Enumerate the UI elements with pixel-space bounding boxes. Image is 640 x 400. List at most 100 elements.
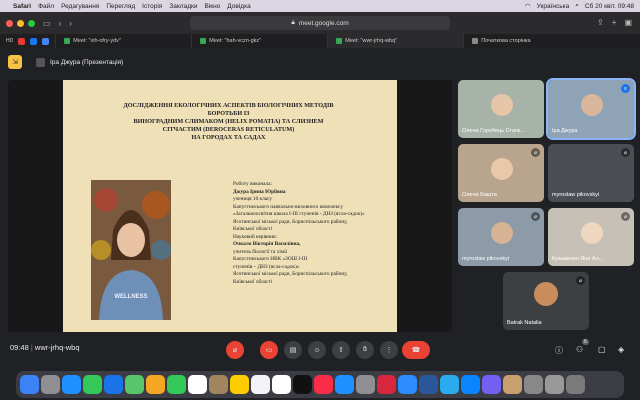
emoji-button[interactable]: ☺ [308, 341, 326, 359]
participant-name: Іра Джура [552, 128, 578, 134]
notes-icon[interactable] [230, 375, 249, 394]
pin-icon[interactable]: ⇲ [8, 55, 22, 69]
participant-tile[interactable]: ⌀ Кузьменко Яна Ал... [548, 208, 634, 266]
mail-icon[interactable] [104, 375, 123, 394]
meet-tab-icon [336, 38, 343, 44]
share-icon[interactable]: ⇪ [597, 18, 604, 27]
participant-name: Олена Горобець Стапк... [462, 128, 526, 134]
reminders-icon[interactable] [251, 375, 270, 394]
folder-icon[interactable] [545, 375, 564, 394]
menu-edit[interactable]: Редагування [61, 3, 99, 10]
macos-dock [16, 371, 624, 398]
trash-icon[interactable] [566, 375, 585, 394]
info-icon[interactable]: ⓘ [555, 345, 563, 356]
participant-tile[interactable]: ⌀ myroslaw pikovskyi [548, 144, 634, 202]
leave-call-button[interactable]: ☎︎ [402, 341, 430, 359]
menu-bookmarks[interactable]: Закладки [169, 3, 197, 10]
music-icon[interactable] [314, 375, 333, 394]
launchpad-icon[interactable] [41, 375, 60, 394]
tab-overview-icon[interactable]: ▣ [624, 18, 632, 27]
favorite-icon-google[interactable] [42, 37, 50, 45]
slide-info-line: Київської області [233, 226, 273, 232]
bluetooth-icon[interactable] [461, 375, 480, 394]
presentation-stage[interactable]: ДОСЛІДЖЕННЯ ЕКОЛОГІЧНИХ АСПЕКТІВ БІОЛОГІ… [8, 80, 452, 332]
slide-info-line: Очкало Вікторія Василівна, [233, 241, 301, 247]
menu-app-name[interactable]: Safari [13, 3, 31, 10]
tab-meet-2[interactable]: Meet: "hah-vczn-gkz" [191, 34, 327, 48]
participant-name: myroslaw pikovskyi [552, 192, 600, 198]
close-window-button[interactable] [6, 19, 13, 27]
photos-icon[interactable] [146, 375, 165, 394]
meet-controls: 09:48 | wwr-jrhq-wbq ⌀ ▭ ▤ ☺ ⇧ ✋︎ ⋮ ☎︎ ⓘ… [0, 334, 640, 366]
people-icon[interactable]: 6 ⚇ [576, 339, 589, 354]
back-icon[interactable]: ‹ [59, 19, 62, 28]
favorite-hd[interactable]: HD [6, 38, 13, 45]
favorite-icon-youtube[interactable] [18, 37, 26, 45]
menu-help[interactable]: Довідка [227, 3, 250, 10]
presenter-info: Іра Джура (Презентація) [36, 57, 123, 67]
present-button[interactable]: ⇧ [332, 341, 350, 359]
zoom-icon[interactable] [398, 375, 417, 394]
participant-tile[interactable]: ⌀ myroslaw pikovskyi [458, 208, 544, 266]
tab-label: Початкова сторінка [481, 38, 531, 44]
more-icon: ⋮ [385, 347, 393, 354]
menu-window[interactable]: Вікно [204, 3, 220, 10]
preview-icon[interactable] [503, 375, 522, 394]
tab-label: Meet: "hah-vczn-gkz" [209, 38, 262, 44]
word-icon[interactable] [419, 375, 438, 394]
downloads-icon[interactable] [524, 375, 543, 394]
tv-icon[interactable] [293, 375, 312, 394]
sidebar-icon[interactable]: ▭ [43, 19, 51, 28]
menu-history[interactable]: Історія [142, 3, 162, 10]
minimize-window-button[interactable] [17, 19, 24, 27]
more-options-button[interactable]: ⋮ [380, 341, 398, 359]
participant-tile[interactable]: Олена Горобець Стапк... [458, 80, 544, 138]
mic-toggle-button[interactable]: ⌀ [226, 341, 244, 359]
participant-name: myroslaw pikovskyi [462, 256, 510, 262]
participant-tile[interactable]: ⌀ Олена Баштa [458, 144, 544, 202]
favorite-icon-facebook[interactable] [30, 37, 38, 45]
settings-icon[interactable] [356, 375, 375, 394]
slide-title: ДОСЛІДЖЕННЯ ЕКОЛОГІЧНИХ АСПЕКТІВ БІОЛОГІ… [91, 102, 366, 142]
participant-tile-active[interactable]: ≡ Іра Джура [546, 78, 636, 140]
new-tab-icon[interactable]: + [612, 18, 617, 27]
tab-meet-3[interactable]: Meet: "wwr-jrhq-wbq" [327, 34, 464, 48]
svg-text:WELLNESS: WELLNESS [114, 294, 147, 300]
participant-tile[interactable]: ⌀ Batrak Natalia [503, 272, 589, 330]
tab-start-page[interactable]: Початкова сторінка [463, 34, 599, 48]
tab-meet-1[interactable]: Meet: "xih-ofry-ydv" [55, 34, 191, 48]
camera-toggle-button[interactable]: ▭ [260, 341, 278, 359]
activities-icon[interactable]: ◈ [618, 345, 624, 354]
input-source[interactable]: Українська [537, 3, 570, 10]
calendar-icon[interactable] [188, 375, 207, 394]
maps-icon[interactable] [125, 375, 144, 394]
search-icon[interactable]: ⌕ [575, 2, 579, 10]
speaking-icon: ≡ [621, 84, 630, 93]
finder-icon[interactable] [20, 375, 39, 394]
contacts-icon[interactable] [209, 375, 228, 394]
forward-icon[interactable]: › [69, 19, 72, 28]
app-store-icon[interactable] [335, 375, 354, 394]
menu-view[interactable]: Перегляд [106, 3, 135, 10]
meeting-info: 09:48 | wwr-jrhq-wbq [10, 343, 80, 352]
viber-icon[interactable] [482, 375, 501, 394]
messages-icon[interactable] [83, 375, 102, 394]
freeform-icon[interactable] [272, 375, 291, 394]
slide-info-line: Київської області [233, 278, 273, 285]
raise-hand-button[interactable]: ✋︎ [356, 341, 374, 359]
captions-button[interactable]: ▤ [284, 341, 302, 359]
facetime-icon[interactable] [167, 375, 186, 394]
participant-video [491, 158, 513, 180]
telegram-icon[interactable] [440, 375, 459, 394]
safari-icon[interactable] [62, 375, 81, 394]
menubar-clock[interactable]: Сб 20 квіт. 09:48 [585, 3, 634, 10]
menu-file[interactable]: Файл [38, 3, 54, 10]
wifi-icon[interactable]: ◠ [525, 2, 531, 10]
app-icon-red[interactable] [377, 375, 396, 394]
address-bar[interactable]: 🔒︎ meet.google.com [190, 16, 450, 30]
start-page-icon [472, 38, 479, 44]
zoom-window-button[interactable] [28, 19, 35, 27]
chat-icon[interactable]: ▢ [598, 345, 606, 354]
presentation-slide: ДОСЛІДЖЕННЯ ЕКОЛОГІЧНИХ АСПЕКТІВ БІОЛОГІ… [63, 80, 397, 332]
hang-up-icon: ☎︎ [411, 347, 421, 354]
